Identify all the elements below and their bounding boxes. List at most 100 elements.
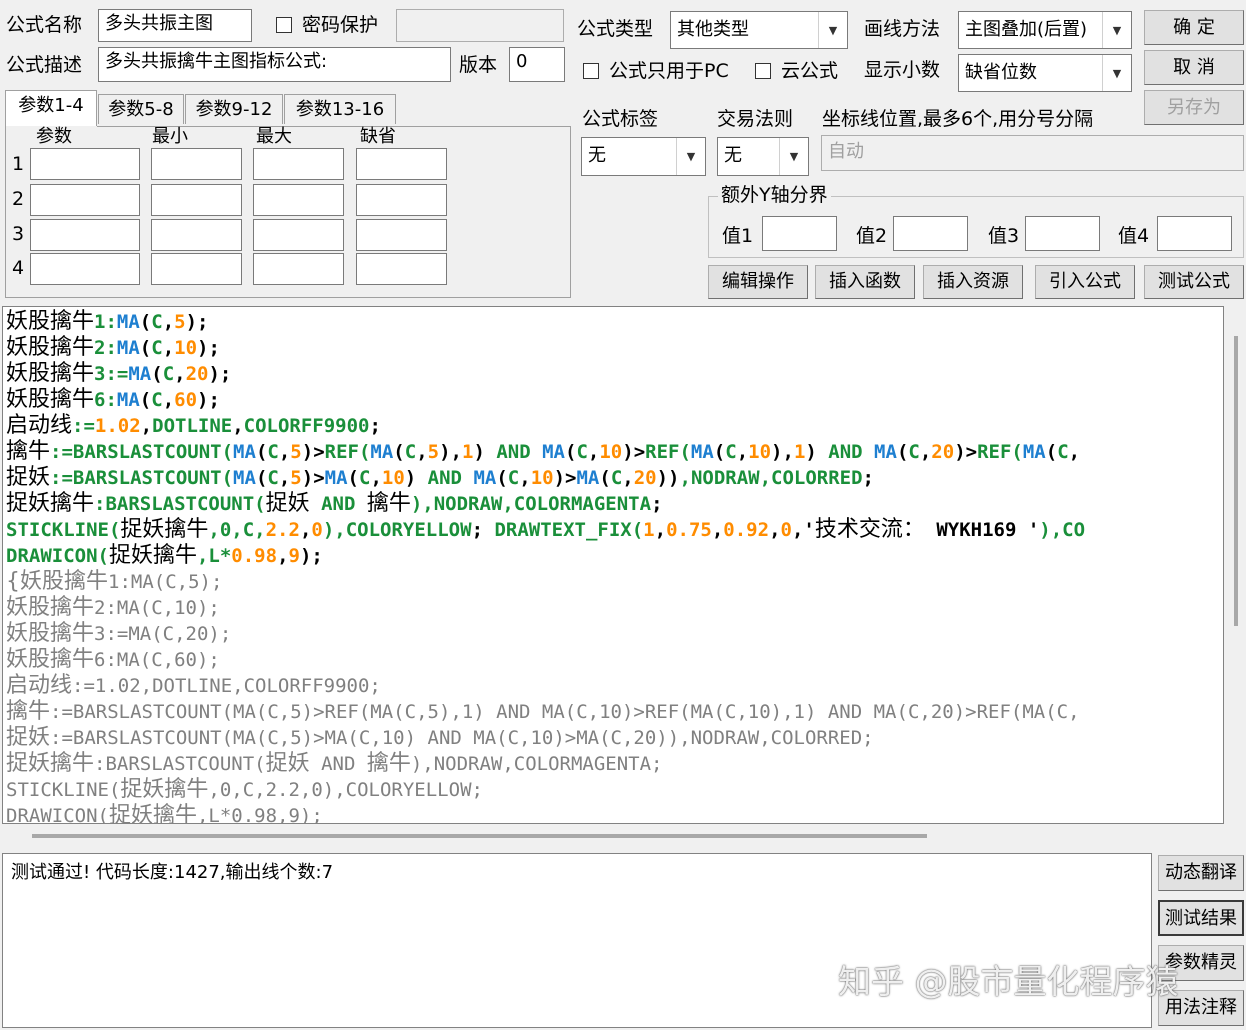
param-3-min[interactable] — [151, 219, 242, 251]
formula-desc-input[interactable]: 多头共振擒牛主图指标公式: — [98, 47, 451, 82]
code-line[interactable]: 妖股擒牛3:=MA(C,20); — [6, 361, 1085, 387]
code-token: ,' — [791, 519, 815, 541]
tab-params-9-12[interactable]: 参数9-12 — [185, 94, 283, 124]
code-line[interactable]: 启动线:=1.02,DOTLINE,COLORFF9900; — [6, 673, 1085, 699]
code-line[interactable]: DRAWICON(捉妖擒牛,L*0.98,9); — [6, 803, 1085, 823]
code-token: MA — [542, 441, 565, 463]
param-1-max[interactable] — [253, 148, 344, 180]
param-2-min[interactable] — [151, 184, 242, 216]
yaxis-val1-input[interactable] — [762, 216, 837, 251]
code-line[interactable]: STICKLINE(捉妖擒牛,0,C,2.2,0),COLORYELLOW; D… — [6, 517, 1085, 543]
save-as-button[interactable]: 另存为 — [1144, 90, 1244, 125]
param-1-name[interactable] — [30, 148, 140, 180]
param-3-default[interactable] — [356, 219, 447, 251]
code-line[interactable]: 捉妖:=BARSLASTCOUNT(MA(C,5)>MA(C,10) AND M… — [6, 465, 1085, 491]
code-line[interactable]: 擒牛:=BARSLASTCOUNT(MA(C,5)>REF(MA(C,5),1)… — [6, 439, 1085, 465]
code-line[interactable]: 捉妖:=BARSLASTCOUNT(MA(C,5)>MA(C,10) AND M… — [6, 725, 1085, 751]
code-token: 0.98 — [231, 545, 278, 567]
code-token: 6:MA(C,60); — [94, 649, 220, 671]
code-line[interactable]: 妖股擒牛6:MA(C,60); — [6, 387, 1085, 413]
trade-rule-select[interactable]: 无 ▼ — [717, 137, 809, 176]
decimal-value: 缺省位数 — [965, 62, 1037, 83]
horizontal-scrollbar[interactable] — [2, 826, 1224, 846]
code-line[interactable]: 擒牛:=BARSLASTCOUNT(MA(C,5)>REF(MA(C,5),1)… — [6, 699, 1085, 725]
chevron-down-icon[interactable]: ▼ — [1102, 12, 1131, 48]
chevron-down-icon[interactable]: ▼ — [818, 12, 847, 48]
yaxis-val2-input[interactable] — [893, 216, 968, 251]
param-3-name[interactable] — [30, 219, 140, 251]
yaxis-val3-input[interactable] — [1025, 216, 1100, 251]
insert-function-button[interactable]: 插入函数 — [815, 265, 915, 299]
code-token: :BARSLASTCOUNT( — [94, 493, 266, 515]
chevron-down-icon[interactable]: ▼ — [1102, 55, 1131, 91]
test-formula-button[interactable]: 测试公式 — [1144, 265, 1244, 299]
code-line[interactable]: STICKLINE(捉妖擒牛,0,C,2.2,0),COLORYELLOW; — [6, 777, 1085, 803]
code-token: ); — [208, 363, 232, 385]
param-2-name[interactable] — [30, 184, 140, 216]
code-token: 2:MA(C,10); — [94, 597, 220, 619]
code-token: WYKH169 ' — [924, 519, 1040, 541]
formula-type-select[interactable]: 其他类型 ▼ — [670, 11, 848, 49]
formula-name-input[interactable]: 多头共振主图 — [98, 9, 252, 42]
code-token: ,NODRAW,COLORRED — [679, 467, 863, 489]
formula-type-label: 公式类型 — [577, 18, 654, 40]
chevron-down-icon[interactable]: ▼ — [676, 138, 705, 175]
scrollbar-thumb[interactable] — [1234, 336, 1238, 626]
code-line[interactable]: 妖股擒牛1:MA(C,5); — [6, 309, 1085, 335]
code-token: REF( — [324, 441, 371, 463]
param-4-max[interactable] — [253, 253, 344, 285]
code-token: 5 — [290, 441, 302, 463]
code-token: ; — [651, 493, 663, 515]
password-checkbox[interactable] — [276, 17, 292, 33]
dynamic-translate-button[interactable]: 动态翻译 — [1158, 855, 1244, 891]
tab-params-5-8[interactable]: 参数5-8 — [98, 94, 184, 124]
code-token: C — [162, 363, 175, 385]
param-1-min[interactable] — [151, 148, 242, 180]
code-editor[interactable]: 妖股擒牛1:MA(C,5); 妖股擒牛2:MA(C,10); 妖股擒牛3:=MA(C… — [2, 306, 1224, 824]
yaxis-val4-input[interactable] — [1157, 216, 1232, 251]
code-line[interactable]: 妖股擒牛2:MA(C,10); — [6, 595, 1085, 621]
tab-params-1-4[interactable]: 参数1-4 — [5, 90, 97, 128]
tab-params-13-16[interactable]: 参数13-16 — [284, 94, 396, 124]
code-text[interactable]: 妖股擒牛1:MA(C,5); 妖股擒牛2:MA(C,10); 妖股擒牛3:=MA(C… — [6, 309, 1085, 823]
param-4-default[interactable] — [356, 253, 447, 285]
pc-only-checkbox[interactable] — [583, 63, 599, 79]
code-line[interactable]: 捉妖擒牛:BARSLASTCOUNT(捉妖 AND 擒牛),NODRAW,COL… — [6, 751, 1085, 777]
ok-button[interactable]: 确 定 — [1144, 10, 1244, 45]
param-4-name[interactable] — [30, 253, 140, 285]
chevron-down-icon[interactable]: ▼ — [779, 138, 808, 175]
formula-tag-select[interactable]: 无 ▼ — [581, 137, 706, 176]
version-input[interactable]: 0 — [509, 47, 565, 82]
import-formula-button[interactable]: 引入公式 — [1035, 265, 1135, 299]
code-line[interactable]: 启动线:=1.02,DOTLINE,COLORFF9900; — [6, 413, 1085, 439]
param-2-max[interactable] — [253, 184, 344, 216]
code-line[interactable]: {妖股擒牛1:MA(C,5); — [6, 569, 1085, 595]
decimal-select[interactable]: 缺省位数 ▼ — [958, 54, 1132, 92]
param-1-default[interactable] — [356, 148, 447, 180]
scrollbar-thumb[interactable] — [32, 834, 927, 838]
cancel-button[interactable]: 取 消 — [1144, 50, 1244, 85]
code-line[interactable]: DRAWICON(捉妖擒牛,L*0.98,9); — [6, 543, 1085, 569]
test-result-button[interactable]: 测试结果 — [1158, 900, 1244, 936]
code-token: , — [416, 441, 428, 463]
code-token: AND — [427, 467, 474, 489]
param-2-default[interactable] — [356, 184, 447, 216]
param-3-max[interactable] — [253, 219, 344, 251]
insert-resource-button[interactable]: 插入资源 — [923, 265, 1023, 299]
code-token: 1 — [462, 441, 474, 463]
code-token: MA — [1022, 441, 1046, 463]
code-token: ( — [255, 467, 268, 489]
vertical-scrollbar[interactable] — [1226, 306, 1246, 824]
code-line[interactable]: 妖股擒牛2:MA(C,10); — [6, 335, 1085, 361]
param-row-number: 3 — [12, 223, 25, 245]
cloud-checkbox[interactable] — [755, 63, 771, 79]
param-4-min[interactable] — [151, 253, 242, 285]
code-line[interactable]: 妖股擒牛6:MA(C,60); — [6, 647, 1085, 673]
edit-ops-button[interactable]: 编辑操作 — [708, 265, 808, 299]
code-token: C — [576, 441, 588, 463]
draw-method-select[interactable]: 主图叠加(后置) ▼ — [958, 11, 1132, 49]
code-token: :=1.02,DOTLINE,COLORFF9900; — [72, 675, 381, 697]
code-line[interactable]: 妖股擒牛3:=MA(C,20); — [6, 621, 1085, 647]
code-token: DRAWICON( — [6, 545, 109, 567]
code-line[interactable]: 捉妖擒牛:BARSLASTCOUNT(捉妖 AND 擒牛),NODRAW,COL… — [6, 491, 1085, 517]
